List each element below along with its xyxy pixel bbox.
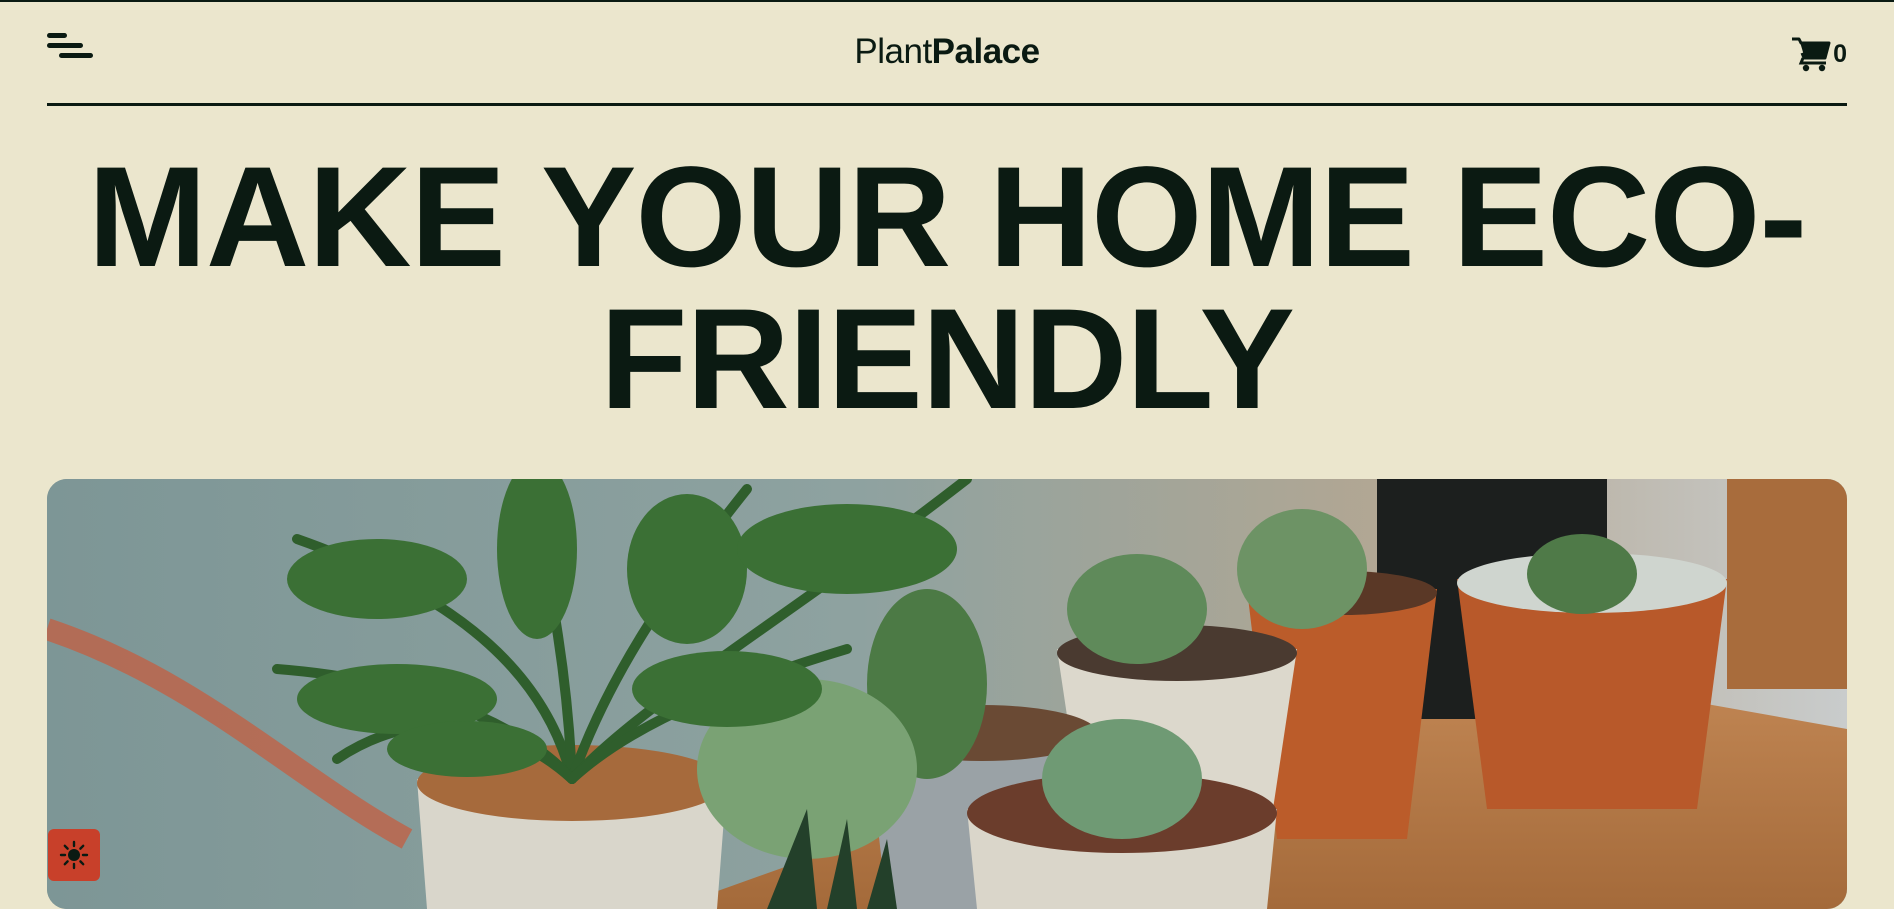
theme-toggle-button[interactable]: [48, 829, 100, 881]
site-logo[interactable]: PlantPalace: [47, 32, 1847, 72]
logo-text-palace: Palace: [931, 32, 1040, 71]
hero-heading: MAKE YOUR HOME ECO-FRIENDLY: [87, 138, 1807, 439]
potted-plants-image: [47, 479, 1847, 909]
navbar: PlantPalace 0: [47, 2, 1847, 106]
shopping-cart-icon: [1791, 36, 1831, 72]
cart-count-badge: 0: [1833, 39, 1847, 68]
cart-button[interactable]: 0: [1791, 36, 1847, 72]
sun-icon: [59, 840, 89, 870]
logo-text-plant: Plant: [854, 32, 932, 71]
